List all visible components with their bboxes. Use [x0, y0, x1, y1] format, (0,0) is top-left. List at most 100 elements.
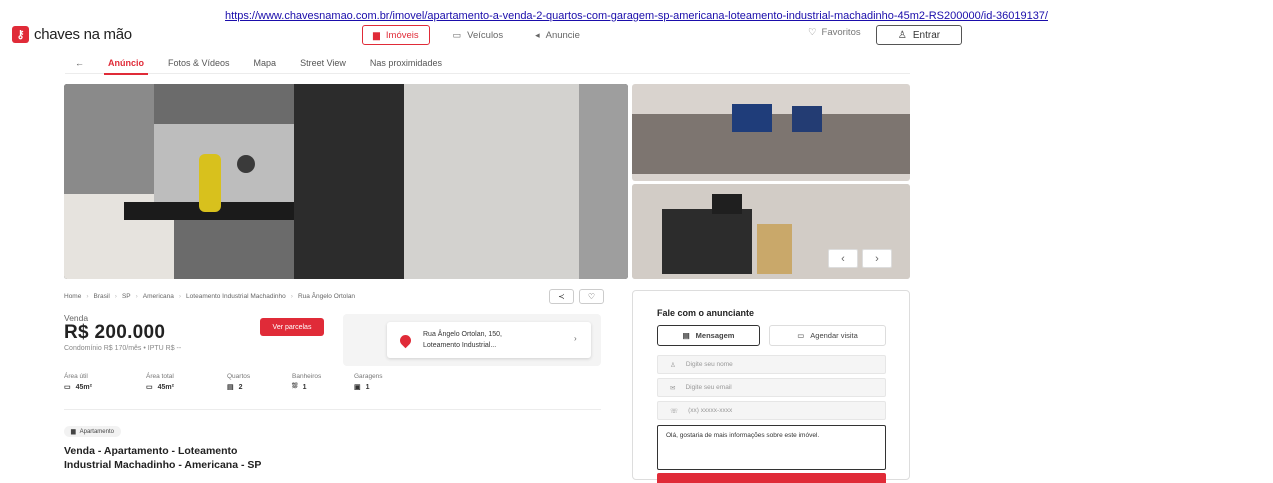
back-arrow-icon[interactable]: ←	[75, 52, 84, 74]
spec-label: Banheiros	[292, 373, 322, 380]
car-icon: ▭	[452, 29, 462, 40]
listing-title-line2: Industrial Machadinho - Americana - SP	[64, 459, 262, 471]
phone-field[interactable]: ☏ (xx) xxxxx-xxxx	[657, 401, 886, 420]
favorites-label: Favoritos	[821, 27, 861, 38]
address-map-card[interactable]: Rua Ângelo Ortolan, 150, Loteamento Indu…	[343, 314, 601, 366]
nav-anuncie-label: Anuncie	[545, 29, 580, 41]
phone-placeholder: (xx) xxxxx-xxxx	[688, 407, 733, 414]
tab-agendar-label: Agendar visita	[810, 331, 858, 340]
send-button[interactable]	[657, 473, 886, 483]
breadcrumb-americana[interactable]: Americana	[143, 293, 174, 300]
chevron-right-icon: ›	[574, 334, 577, 343]
heart-icon: ♡	[808, 27, 817, 38]
spec-area-total: Área total ▭ 45m²	[146, 373, 227, 391]
kitchen-photo-image	[64, 84, 628, 279]
message-textarea[interactable]: Olá, gostaria de mais informações sobre …	[657, 425, 886, 470]
breadcrumb-home[interactable]: Home	[64, 293, 81, 300]
page-url-link[interactable]: https://www.chavesnamao.com.br/imovel/ap…	[225, 10, 1048, 22]
listing-tabs: ← Anúncio Fotos & Vídeos Mapa Street Vie…	[65, 52, 910, 75]
nav-anuncie-button[interactable]: ◂ Anuncie	[526, 25, 589, 45]
ruler-icon: ▭	[64, 384, 71, 391]
divider	[64, 409, 601, 410]
login-button[interactable]: ♙ Entrar	[876, 25, 962, 45]
tab-mapa[interactable]: Mapa	[254, 52, 277, 74]
spec-garagens: Garagens ▣ 1	[354, 373, 414, 391]
calendar-icon: ▭	[797, 331, 805, 340]
ver-parcelas-button[interactable]: Ver parcelas	[260, 318, 324, 336]
breadcrumb-separator: ›	[114, 293, 117, 300]
nav-imoveis-button[interactable]: ▆ Imóveis	[362, 25, 430, 45]
spec-value-row: ▭ 45m²	[64, 383, 146, 392]
tab-agendar-visita[interactable]: ▭ Agendar visita	[769, 325, 886, 346]
prev-photo-button[interactable]: ‹	[828, 249, 858, 268]
buildings-icon: ▆	[373, 29, 380, 40]
breadcrumb-sp[interactable]: SP	[122, 293, 131, 300]
contact-panel: Fale com o anunciante ▤ Mensagem ▭ Agend…	[632, 290, 910, 483]
spec-value: 1	[302, 383, 307, 391]
spec-value-row: ▣ 1	[354, 383, 414, 392]
bed-icon: ▤	[227, 384, 234, 391]
breadcrumb-separator: ›	[290, 293, 293, 300]
spec-value: 45m²	[75, 383, 92, 391]
sofa-photo-image	[632, 84, 910, 181]
site-logo[interactable]: ⚷ chaves na mão	[12, 26, 132, 43]
listing-title: Venda - Apartamento - Loteamento Industr…	[64, 444, 364, 472]
key-icon: ⚷	[12, 26, 29, 43]
spec-value-row: ⛆ 1	[292, 383, 354, 391]
breadcrumb-brasil[interactable]: Brasil	[94, 293, 110, 300]
main-nav: ▆ Imóveis ▭ Veículos ◂ Anuncie	[362, 25, 589, 45]
spec-value: 45m²	[157, 383, 174, 391]
name-field[interactable]: ♙ Digite seu nome	[657, 355, 886, 374]
specs-row: Área útil ▭ 45m² Área total ▭ 45m² Quartos…	[64, 373, 414, 391]
spec-value: 2	[238, 383, 243, 391]
address-line2: Loteamento Industrial...	[423, 342, 497, 349]
desk-photo[interactable]: ‹ ›	[632, 184, 910, 279]
breadcrumb: Home › Brasil › SP › Americana › Loteamento …	[64, 293, 355, 300]
email-field[interactable]: ✉ Digite seu email	[657, 378, 886, 397]
spec-area-util: Área útil ▭ 45m²	[64, 373, 146, 391]
nav-imoveis-label: Imóveis	[385, 29, 419, 41]
spec-label: Quartos	[227, 373, 251, 380]
spec-value-row: ▭ 45m²	[146, 383, 227, 392]
phone-icon: ☏	[670, 407, 679, 415]
share-button[interactable]: ≺	[549, 289, 574, 304]
message-icon: ▤	[682, 331, 690, 340]
address-card[interactable]: Rua Ângelo Ortolan, 150, Loteamento Indu…	[387, 322, 591, 358]
tab-mensagem-label: Mensagem	[695, 331, 735, 340]
tab-anuncio[interactable]: Anúncio	[104, 52, 148, 75]
url-bar: https://www.chavesnamao.com.br/imovel/ap…	[0, 0, 1273, 22]
map-pin-icon	[397, 332, 414, 349]
name-placeholder: Digite seu nome	[685, 361, 733, 368]
ruler-icon: ▭	[146, 384, 153, 391]
share-icon: ≺	[558, 292, 565, 301]
price: R$ 200.000	[64, 322, 166, 343]
breadcrumb-separator: ›	[178, 293, 182, 300]
tab-street-view[interactable]: Street View	[300, 52, 346, 74]
nav-veiculos-button[interactable]: ▭ Veículos	[444, 25, 512, 45]
tab-nas-proximidades[interactable]: Nas proximidades	[370, 52, 442, 74]
main-photo[interactable]	[64, 84, 628, 279]
spec-label: Garagens	[354, 373, 383, 380]
breadcrumb-street[interactable]: Rua Ângelo Ortolan	[298, 293, 355, 300]
site-header: ⚷ chaves na mão ▆ Imóveis ▭ Veículos ◂ A…	[0, 22, 1273, 48]
sofa-photo[interactable]	[632, 84, 910, 181]
spec-banheiros: Banheiros ⛆ 1	[292, 373, 354, 391]
next-photo-button[interactable]: ›	[862, 249, 892, 268]
logo-text: chaves na mão	[34, 26, 132, 43]
spec-quartos: Quartos ▤ 2	[227, 373, 292, 391]
favorites-link[interactable]: ♡ Favoritos	[808, 27, 861, 38]
breadcrumb-separator: ›	[86, 293, 89, 300]
property-type-badge: ▆ Apartamento	[64, 426, 121, 437]
heart-icon: ♡	[587, 292, 596, 301]
favorite-button[interactable]: ♡	[579, 289, 604, 304]
tab-mensagem[interactable]: ▤ Mensagem	[657, 325, 760, 346]
login-label: Entrar	[912, 29, 941, 41]
user-icon: ♙	[897, 29, 907, 41]
address-line1: Rua Ângelo Ortolan, 150,	[423, 331, 502, 338]
tab-fotos-videos[interactable]: Fotos & Vídeos	[168, 52, 230, 74]
shower-icon: ⛆	[292, 383, 298, 390]
breadcrumb-neighborhood[interactable]: Loteamento Industrial Machadinho	[186, 293, 286, 300]
contact-title: Fale com o anunciante	[657, 308, 755, 318]
buildings-icon: ▆	[71, 429, 76, 435]
breadcrumb-separator: ›	[135, 293, 138, 300]
